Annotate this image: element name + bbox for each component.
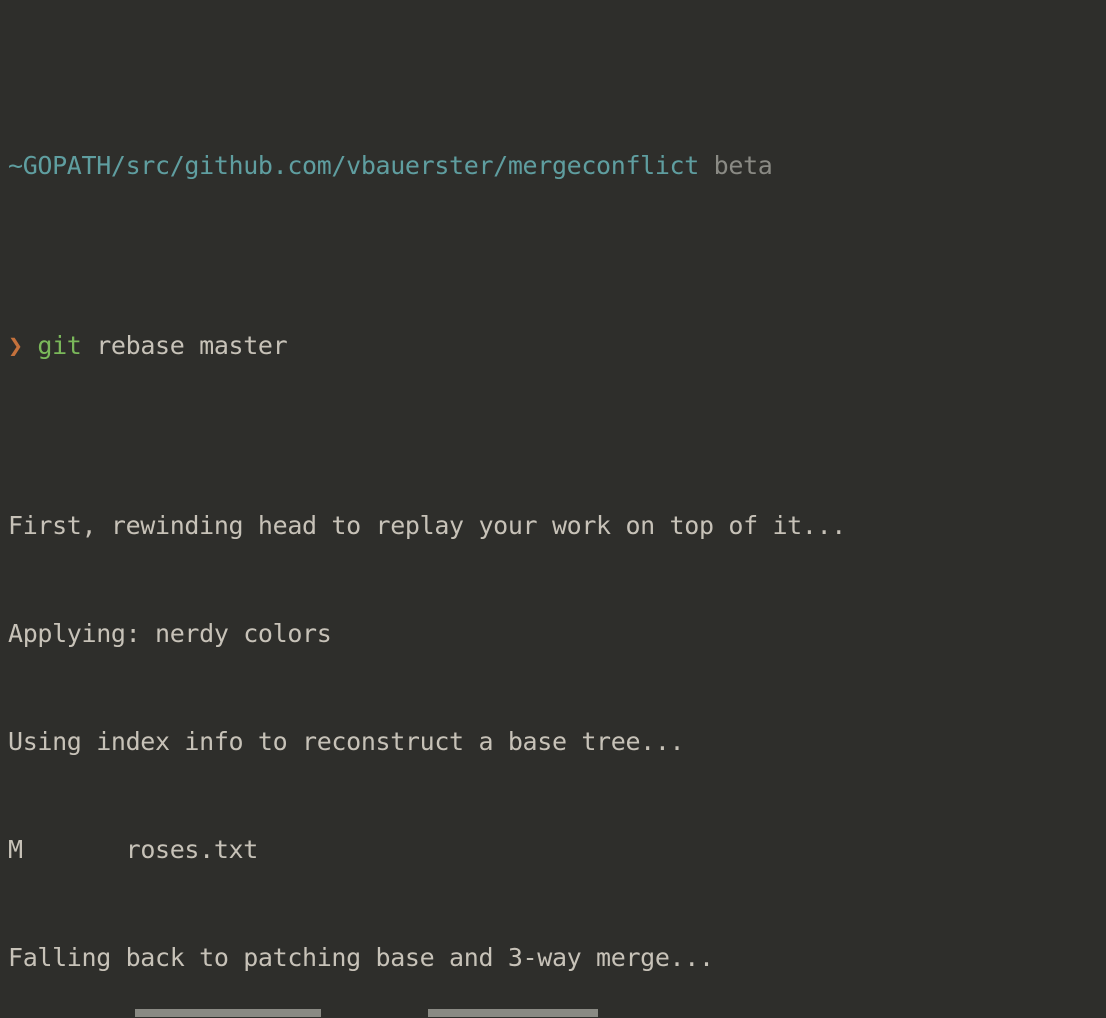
terminal-window[interactable]: ~GOPATH/src/github.com/vbauerster/mergec… [0,0,1106,1018]
command-args-1: rebase master [81,331,288,360]
status-bar-segment-2[interactable] [428,1009,598,1017]
output-line: M roses.txt [8,835,258,864]
output-line: Using index info to reconstruct a base t… [8,727,685,756]
prompt-branch-1: beta [713,151,773,180]
prompt-arrow-icon-1: ❯ [8,331,23,360]
output-line: Falling back to patching base and 3-way … [8,943,714,972]
terminal-screen: ~GOPATH/src/github.com/vbauerster/mergec… [8,4,1106,1018]
command-line-1[interactable]: ❯ git rebase master [8,328,1106,364]
prompt-line-1-header: ~GOPATH/src/github.com/vbauerster/mergec… [8,148,1106,184]
output-line: First, rewinding head to replay your wor… [8,511,846,540]
status-bar-segment-1[interactable] [135,1009,321,1017]
status-bar-area [0,1008,1106,1018]
command-name-1: git [37,331,82,360]
prompt-path-1: ~GOPATH/src/github.com/vbauerster/mergec… [8,151,699,180]
output-line: Applying: nerdy colors [8,619,332,648]
